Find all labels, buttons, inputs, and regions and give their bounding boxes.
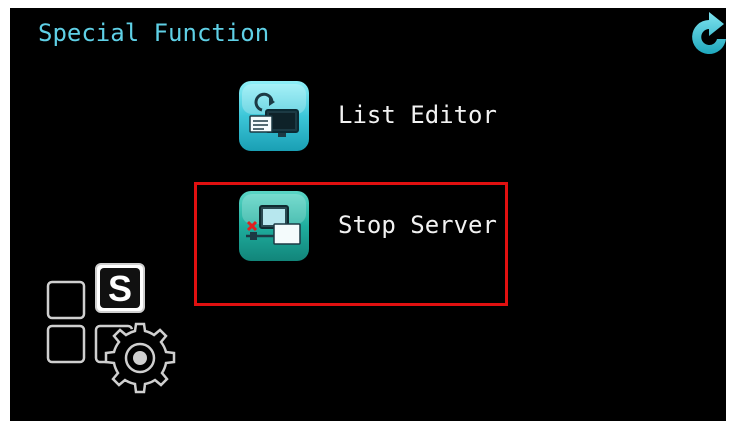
device-screen: Special Function List Editor Stop Server…	[10, 8, 726, 421]
back-button[interactable]	[684, 12, 726, 62]
stop-server-icon	[239, 191, 309, 261]
logo-letter: S	[108, 268, 132, 309]
special-function-logo-icon: S	[46, 263, 176, 394]
back-arrow-icon	[692, 12, 726, 54]
stop-server-button[interactable]: Stop Server	[238, 190, 518, 266]
page-title: Special Function	[38, 19, 270, 47]
list-editor-label: List Editor	[338, 101, 497, 129]
list-editor-button[interactable]: List Editor	[238, 80, 518, 156]
list-editor-icon	[239, 81, 309, 151]
stop-server-label: Stop Server	[338, 211, 497, 239]
